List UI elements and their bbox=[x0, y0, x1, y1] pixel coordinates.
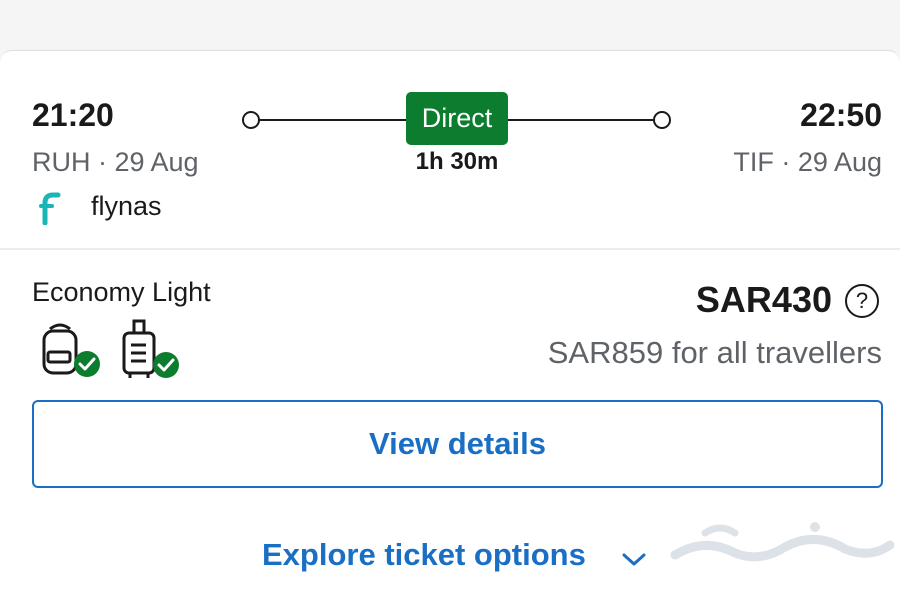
flynas-logo-icon bbox=[38, 191, 62, 230]
fare-name: Economy Light bbox=[32, 277, 211, 307]
view-details-label: View details bbox=[369, 426, 546, 461]
divider bbox=[0, 248, 900, 250]
departure-info: RUH · 29 Aug bbox=[32, 147, 199, 177]
flight-duration: 1h 30m bbox=[415, 148, 499, 175]
cabin-bag-included-icon bbox=[120, 319, 184, 388]
fare-price: SAR430 bbox=[695, 279, 832, 320]
arrival-time: 22:50 bbox=[800, 97, 882, 133]
direct-badge: Direct bbox=[406, 92, 508, 145]
view-details-button[interactable]: View details bbox=[32, 400, 883, 488]
haraj-watermark-logo bbox=[665, 515, 895, 575]
airline-name: flynas bbox=[91, 191, 162, 221]
destination-dot-icon bbox=[653, 111, 671, 129]
arrival-info: TIF · 29 Aug bbox=[733, 147, 882, 177]
total-price: SAR859 for all travellers bbox=[547, 335, 882, 370]
chevron-down-icon[interactable] bbox=[620, 551, 648, 574]
backpack-included-icon bbox=[40, 321, 104, 386]
help-circle-icon[interactable]: ? bbox=[845, 284, 879, 318]
departure-time: 21:20 bbox=[32, 97, 114, 133]
origin-dot-icon bbox=[242, 111, 260, 129]
explore-ticket-options-link[interactable]: Explore ticket options bbox=[262, 537, 586, 573]
